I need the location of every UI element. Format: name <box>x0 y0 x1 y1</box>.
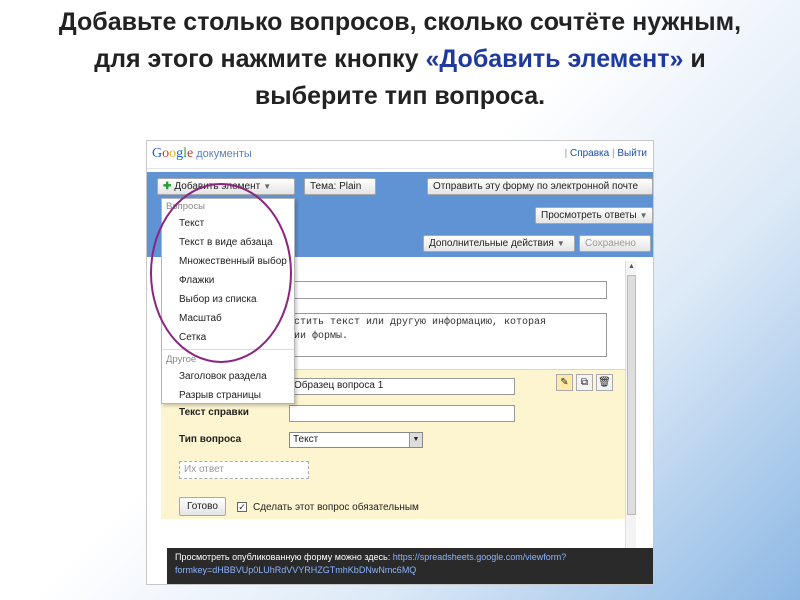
published-form-bar: Просмотреть опубликованную форму можно з… <box>167 548 653 584</box>
scroll-up-icon[interactable]: ▲ <box>628 263 635 270</box>
view-responses-button[interactable]: Просмотреть ответы ▼ <box>535 207 653 224</box>
duplicate-icon[interactable]: ⧉ <box>576 374 593 391</box>
question-title-input[interactable]: Образец вопроса 1 <box>289 378 515 395</box>
published-text: Просмотреть опубликованную форму можно з… <box>175 552 393 562</box>
required-label: Сделать этот вопрос обязательным <box>253 502 419 513</box>
docs-label: документы <box>196 148 252 160</box>
help-text-label: Текст справки <box>179 407 249 418</box>
plus-icon: ✚ <box>163 181 172 192</box>
google-header-bar: Google документы | Справка | Выйти <box>147 141 653 169</box>
question-type-label: Тип вопроса <box>179 434 242 445</box>
form-title-input[interactable] <box>289 281 607 299</box>
published-url-line1[interactable]: https://spreadsheets.google.com/viewform… <box>393 552 567 562</box>
scrollbar-thumb[interactable] <box>627 275 636 515</box>
question-edit-icons: ✎ ⧉ 🗑 <box>553 374 613 391</box>
chevron-down-icon: ▼ <box>639 211 648 220</box>
highlight-circle <box>150 183 292 363</box>
logout-link[interactable]: Выйти <box>617 148 647 159</box>
form-description-input[interactable]: стить текст или другую информацию, котор… <box>289 313 607 357</box>
trash-icon[interactable]: 🗑 <box>596 374 613 391</box>
saved-button: Сохранено <box>579 235 651 252</box>
dropdown-item-section-header[interactable]: Заголовок раздела <box>162 367 294 386</box>
theme-button[interactable]: Тема: Plain <box>304 178 376 195</box>
help-text-input[interactable] <box>289 405 515 422</box>
chevron-down-icon: ▼ <box>263 182 272 191</box>
dropdown-item-page-break[interactable]: Разрыв страницы <box>162 386 294 405</box>
slide-title-highlight: «Добавить элемент» <box>425 45 684 73</box>
send-email-button[interactable]: Отправить эту форму по электронной почте <box>427 178 653 195</box>
chevron-down-icon: ▼ <box>556 239 565 248</box>
vertical-scrollbar[interactable]: ▲ <box>625 261 636 583</box>
answer-preview: Их ответ <box>179 461 309 479</box>
slide-title: Добавьте столько вопросов, сколько сочтё… <box>40 4 760 115</box>
help-link[interactable]: Справка <box>570 148 609 159</box>
required-checkbox[interactable]: ✓ <box>237 502 247 512</box>
pencil-icon[interactable]: ✎ <box>556 374 573 391</box>
published-url-line2[interactable]: formkey=dHBBVUp0LUhRdVVYRHZGTmhKbDNwNmc6… <box>175 565 416 575</box>
more-actions-button[interactable]: Дополнительные действия ▼ <box>423 235 575 252</box>
chevron-down-icon: ▼ <box>409 433 422 447</box>
question-type-select[interactable]: Текст ▼ <box>289 432 423 448</box>
done-button[interactable]: Готово <box>179 497 226 516</box>
google-docs-logo[interactable]: Google документы <box>152 146 252 162</box>
top-links: | Справка | Выйти <box>564 148 647 159</box>
